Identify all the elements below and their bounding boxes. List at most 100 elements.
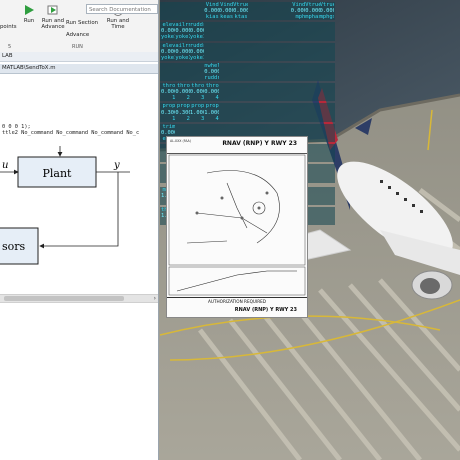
data-output-cell: keas	[220, 14, 234, 21]
data-output-cell	[161, 14, 175, 20]
run-and-advance-icon	[47, 5, 58, 15]
data-output-cell: mph	[295, 14, 306, 21]
data-output-cell: 3	[201, 95, 205, 102]
data-output-cell	[204, 34, 218, 40]
data-output-block: throthrothrothro0.00000.00000.00000.0000…	[160, 83, 335, 102]
data-output-cell	[175, 75, 189, 81]
data-output-cell	[291, 95, 305, 101]
data-output-cell	[320, 199, 334, 205]
data-output-cell	[262, 14, 276, 20]
data-output-cell: yoke1	[161, 54, 175, 61]
horizontal-scrollbar[interactable]: ›	[0, 294, 158, 302]
data-output-cell: 2	[186, 115, 190, 122]
toolstrip-section-labels: 5 RUN	[0, 44, 158, 52]
data-output-cell: yoke1	[189, 34, 204, 41]
data-output-cell	[219, 116, 233, 122]
advance-label: Advance	[66, 32, 90, 38]
data-output-units-row: ruddr	[161, 75, 334, 81]
data-output-cell	[190, 14, 204, 20]
data-output-cell: 2	[186, 95, 190, 102]
data-output-cell	[233, 116, 247, 122]
data-output-cell	[305, 55, 319, 61]
sensor-label: sors	[2, 240, 26, 253]
data-output-cell: kias	[205, 14, 219, 21]
data-output-units-row: 1 2 3 4	[161, 95, 334, 101]
data-output-block: elevailrnruddr0.00000.00000.0000yoke1yok…	[160, 42, 335, 61]
run-section-button[interactable]: Run Section	[66, 20, 100, 26]
advance-button[interactable]: Advance	[66, 32, 100, 38]
breakpoints-label: points	[0, 24, 17, 30]
data-output-cell	[248, 14, 262, 20]
data-output-cell	[320, 116, 334, 122]
data-output-cell: 1	[172, 95, 176, 102]
run-button[interactable]: Run	[22, 4, 36, 24]
data-output-cell	[320, 95, 334, 101]
data-output-block: VindVindVtrueVindVtrueVtrue0.00010.00010…	[160, 2, 335, 21]
data-output-cell	[204, 55, 218, 61]
data-output-cell	[320, 219, 334, 225]
data-output-cell	[175, 14, 189, 20]
data-output-cell: mphgs	[319, 14, 334, 21]
command-window[interactable]	[0, 302, 158, 460]
data-output-cell	[320, 75, 334, 81]
output-label: y	[113, 160, 120, 171]
scroll-right-icon[interactable]: ›	[154, 295, 156, 302]
run-and-advance-button[interactable]: Run and Advance	[40, 4, 66, 30]
chart-footer-title: RNAV (RNP) Y RWY 23	[234, 307, 297, 313]
data-output-cell	[219, 95, 233, 101]
data-output-block: propproppropprop0.30000.30001.00001.0000…	[160, 103, 335, 122]
data-output-cell	[262, 116, 276, 122]
data-output-cell: 3	[201, 115, 205, 122]
data-output-cell	[305, 116, 319, 122]
data-output-cell: yoke1	[175, 54, 189, 61]
data-output-cell	[219, 55, 233, 61]
data-output-units-row: yoke1yoke1yoke1	[161, 55, 334, 61]
code-line-2: ttle2 No_command No_command No_command N…	[2, 130, 140, 136]
input-label: u	[2, 160, 8, 171]
data-output-cell	[233, 55, 247, 61]
data-output-cell	[219, 75, 233, 81]
data-output-cell	[233, 75, 247, 81]
data-output-cell	[291, 34, 305, 40]
path-text: LAB	[2, 53, 13, 59]
data-output-cell	[276, 34, 290, 40]
data-output-cell: yoke1	[175, 34, 189, 41]
data-output-cell	[276, 14, 290, 20]
data-output-cell	[248, 75, 262, 81]
data-output-cell	[161, 75, 175, 81]
data-output-cell	[276, 55, 290, 61]
data-output-cell	[262, 75, 276, 81]
data-output-cell	[320, 55, 334, 61]
data-output-cell	[291, 55, 305, 61]
scrollbar-thumb[interactable]	[4, 296, 124, 301]
data-output-cell	[276, 95, 290, 101]
data-output-units-row: kiaskeasktas mphmphasmphgs	[161, 14, 334, 20]
data-output-cell	[219, 34, 233, 40]
editor-file-tab[interactable]: MATLAB\SendToX.m	[0, 64, 158, 74]
run-and-time-label-2: Time	[111, 24, 125, 30]
data-output-cell: ktas	[234, 14, 248, 21]
data-output-cell	[305, 75, 319, 81]
block-diagram: Plant u y sors	[0, 146, 130, 265]
path-bar[interactable]: LAB	[0, 52, 158, 62]
chart-authorization: AUTHORIZATION REQUIRED	[167, 297, 307, 304]
data-output-cell	[320, 156, 334, 162]
chart-header-small: AL-XXX (FAA)	[170, 139, 191, 143]
breakpoints-button[interactable]: points	[0, 24, 17, 30]
data-output-cell	[276, 75, 290, 81]
approach-chart: AL-XXX (FAA) RNAV (RNP) Y RWY 23 AUTHORI…	[166, 136, 308, 318]
data-output-cell	[190, 75, 204, 81]
data-output-cell	[305, 95, 319, 101]
data-output-cell	[276, 116, 290, 122]
data-output-cell	[262, 34, 276, 40]
search-documentation-input[interactable]: Search Documentation	[86, 4, 158, 14]
section-label-run: RUN	[72, 44, 83, 50]
data-output-cell	[320, 34, 334, 40]
data-output-cell: 4	[215, 115, 219, 122]
data-output-cell: yoke1	[189, 54, 204, 61]
data-output-cell	[248, 116, 262, 122]
data-output-cell	[248, 34, 262, 40]
data-output-cell	[262, 95, 276, 101]
data-output-cell	[320, 136, 334, 142]
run-icon	[25, 5, 34, 15]
